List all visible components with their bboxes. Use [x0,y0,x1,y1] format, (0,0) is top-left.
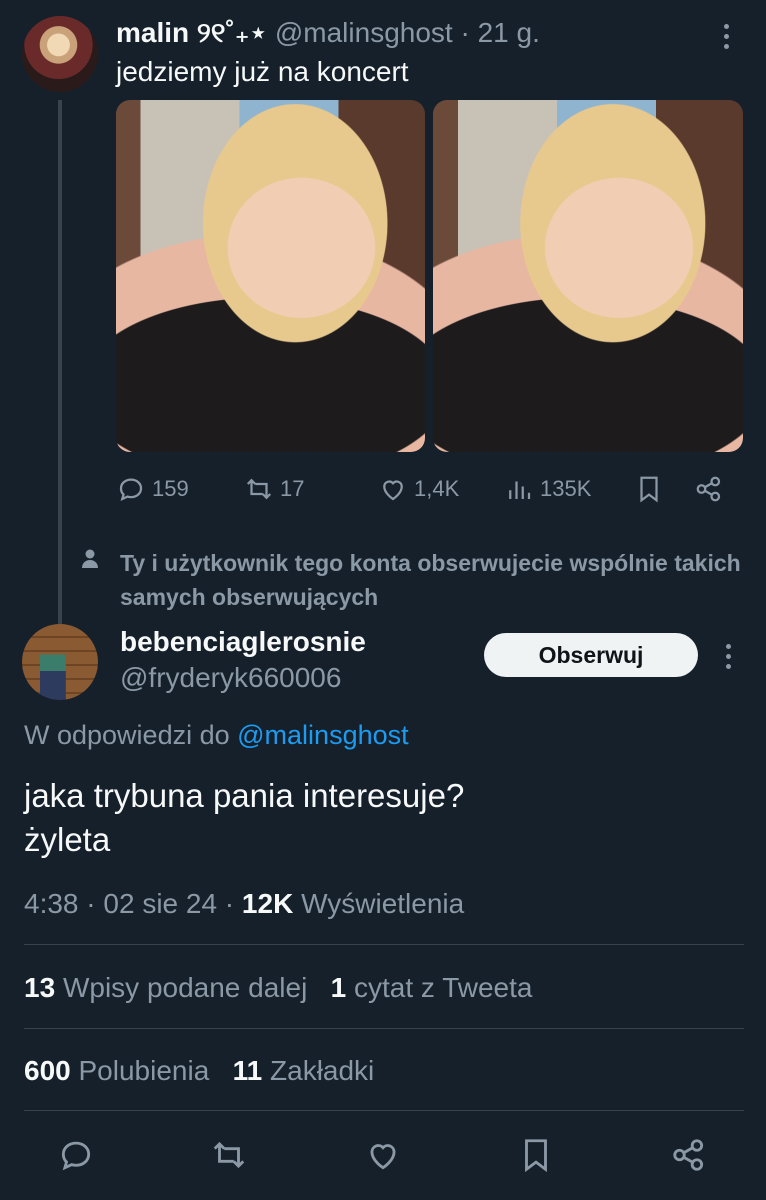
bookmark-icon [640,476,658,503]
tweet-actions: 159 17 1,4K 135K [116,474,746,508]
reply-retweet-button[interactable] [210,1136,248,1179]
retweet-icon [213,1141,245,1169]
reply-time[interactable]: 4:38 [24,888,79,919]
share-icon [696,476,721,502]
tweet-photo-2[interactable] [433,100,743,452]
bookmarks-label: Zakładki [270,1055,375,1086]
quotes-label: cytat z Tweeta [354,972,533,1003]
analytics-icon [509,481,531,499]
reply-bookmark-button[interactable] [517,1136,555,1179]
reply-views-label: Wyświetlenia [301,888,465,919]
reply-author-avatar[interactable] [22,624,98,700]
thread-line [58,100,62,624]
reply-prefix: W odpowiedzi do [24,720,230,750]
quotes-stat[interactable]: 1 cytat z Tweeta [331,972,533,1003]
retweet-quote-stats: 13 Wpisy podane dalej 1 cytat z Tweeta [24,972,532,1004]
reply-icon [119,478,143,502]
retweets-stat[interactable]: 13 Wpisy podane dalej [24,972,307,1003]
follow-button[interactable]: Obserwuj [484,633,698,677]
share-icon [673,1139,704,1171]
author-avatar[interactable] [22,16,98,92]
likes-label: Polubienia [78,1055,210,1086]
bookmark-button[interactable] [634,474,664,504]
divider [24,1028,744,1029]
author-handle[interactable]: @malinsghost [275,17,453,48]
likes-stat[interactable]: 600 Polubienia [24,1055,209,1086]
tweet-photo-1[interactable] [116,100,425,452]
divider [24,1110,744,1111]
reply-action-bar [0,1136,766,1176]
person-icon [82,549,98,568]
tweet-text: jedziemy już na koncert [116,56,409,87]
mutual-followers-notice: Ty i użytkownik tego konta obserwujecie … [120,550,741,610]
views-count: 135K [540,476,592,501]
tweet-time[interactable]: 21 g. [478,17,540,48]
share-button[interactable] [694,474,724,504]
reply-target-link[interactable]: @malinsghost [237,720,408,750]
heart-icon [383,480,403,501]
reply-date[interactable]: 02 sie 24 [103,888,217,919]
retweet-count: 17 [280,476,305,501]
retweets-count: 13 [24,972,56,1003]
divider [24,944,744,945]
more-options-icon[interactable] [724,24,732,54]
quotes-count: 1 [330,972,347,1003]
heart-icon [370,1144,396,1170]
reply-text: jaka trybuna pania interesuje? żyleta [24,777,465,858]
reply-count: 159 [152,476,189,501]
reply-views-count: 12K [241,888,294,919]
retweet-icon [246,478,272,500]
reply-icon [61,1141,91,1171]
reply-author-name[interactable]: bebenciaglerosnie [120,626,366,658]
reply-more-options-icon[interactable] [726,644,734,674]
reply-like-button[interactable] [364,1136,402,1179]
tweet-header: malin ୨୧˚₊⋆ @malinsghost · 21 g. [116,17,540,48]
likes-count: 600 [24,1055,71,1086]
likes-bookmarks-stats: 600 Polubienia 11 Zakładki [24,1055,374,1087]
like-count: 1,4K [414,476,460,501]
bookmark-icon [525,1139,547,1173]
reply-button[interactable]: 159 [116,474,189,504]
retweets-label: Wpisy podane dalej [62,972,308,1003]
reply-context: W odpowiedzi do @malinsghost [24,720,409,751]
retweet-button[interactable]: 17 [244,474,304,504]
like-button[interactable]: 1,4K [378,474,459,504]
reply-share-button[interactable] [670,1136,708,1179]
bookmarks-count: 11 [232,1055,263,1086]
views-button[interactable]: 135K [504,474,591,504]
reply-reply-button[interactable] [57,1136,95,1179]
reply-meta: 4:38 · 02 sie 24 · 12K Wyświetlenia [24,888,465,919]
bookmarks-stat[interactable]: 11 Zakładki [233,1055,375,1086]
author-name[interactable]: malin ୨୧˚₊⋆ [116,17,267,48]
reply-author-handle[interactable]: @fryderyk660006 [120,662,341,694]
